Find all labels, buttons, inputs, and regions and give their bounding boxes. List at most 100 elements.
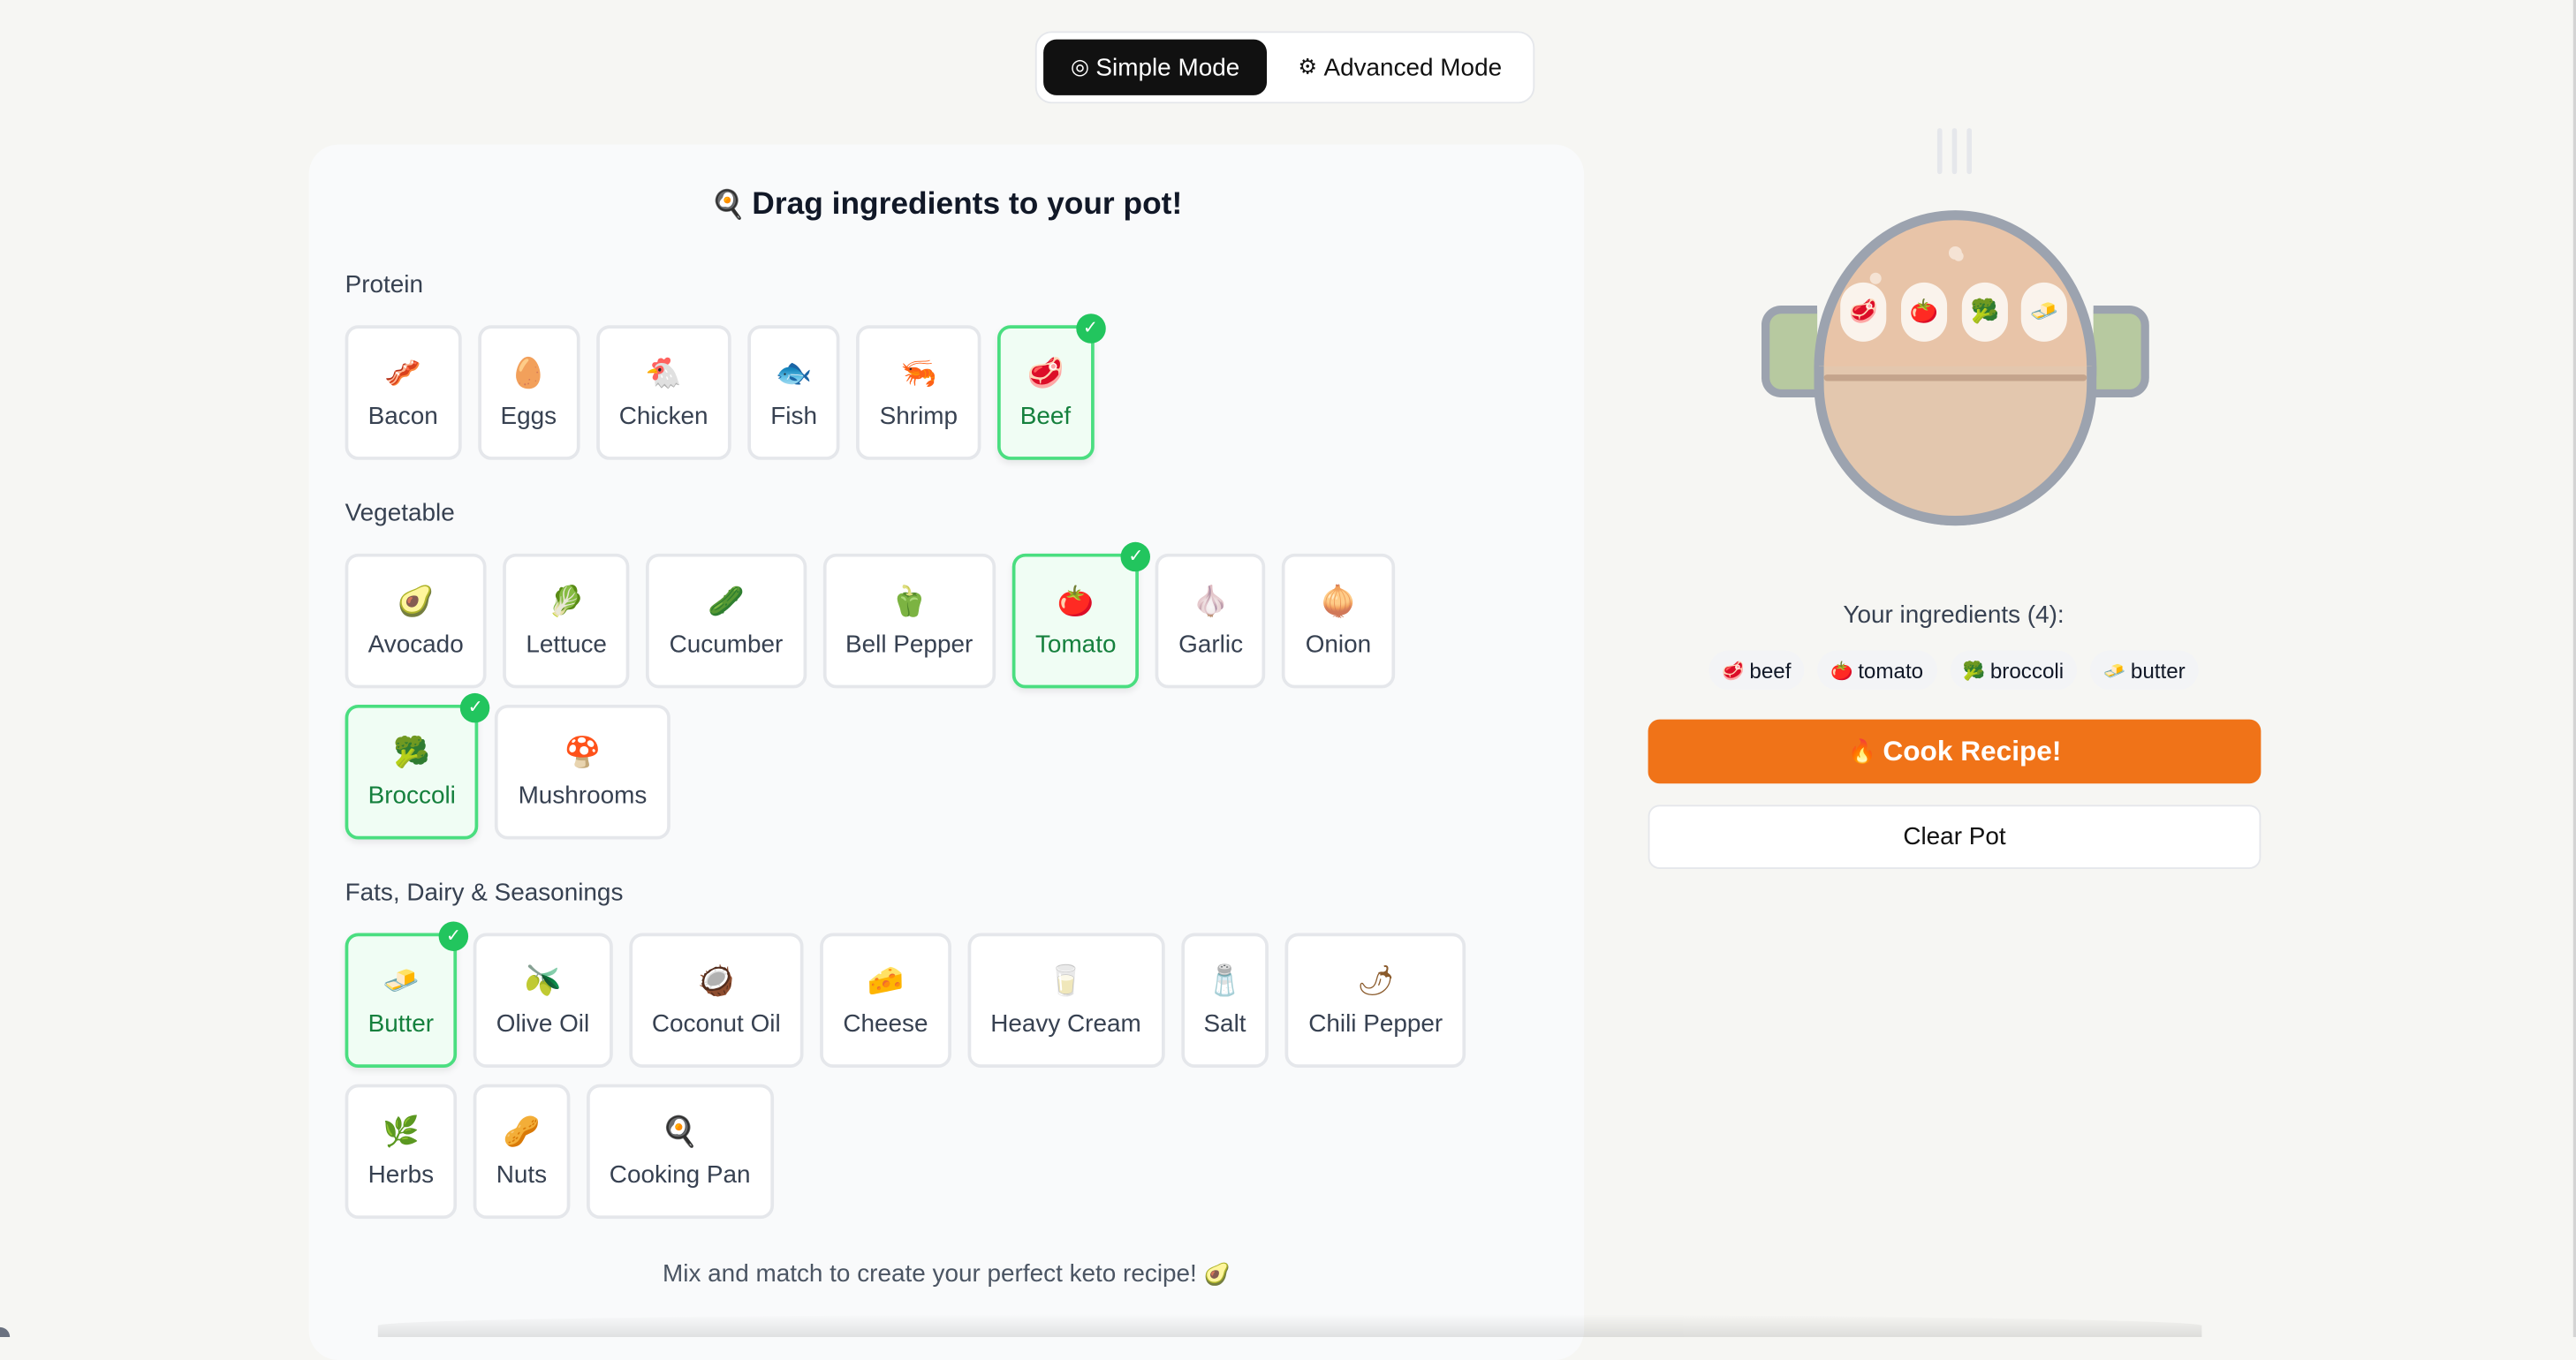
checkmark-icon: ✓: [438, 921, 469, 951]
ingredient-card-herbs[interactable]: 🌿 Herbs: [345, 1084, 458, 1220]
ingredient-card-salt[interactable]: 🧂 Salt: [1180, 933, 1269, 1068]
beef-icon: 🥩: [1722, 659, 1745, 681]
ingredient-card-garlic[interactable]: 🧄 Garlic: [1155, 553, 1267, 689]
butter-icon: 🧈: [383, 963, 420, 998]
ingredient-label: Tomato: [1034, 630, 1117, 658]
ingredient-label: Lettuce: [526, 630, 607, 658]
ingredient-label: Olive Oil: [496, 1009, 590, 1038]
ingredient-label: Fish: [770, 401, 817, 430]
ingredient-card-heavy-cream[interactable]: 🥛 Heavy Cream: [967, 933, 1164, 1068]
cook-recipe-button[interactable]: 🔥 Cook Recipe!: [1648, 719, 2262, 784]
clear-pot-button[interactable]: Clear Pot: [1648, 805, 2262, 869]
mode-toggle: ◎ Simple Mode ⚙ Advanced Mode: [1034, 31, 1535, 104]
ingredient-label: Chili Pepper: [1308, 1009, 1443, 1038]
panel-footer-text: Mix and match to create your perfect ket…: [663, 1259, 1197, 1288]
olive-icon: 🫒: [524, 963, 562, 998]
ingredient-card-avocado[interactable]: 🥑 Avocado: [345, 553, 487, 689]
tomato-icon: 🍅: [1057, 584, 1095, 619]
ingredient-label: Eggs: [500, 401, 557, 430]
ingredient-card-chicken[interactable]: 🐔 Chicken: [595, 325, 731, 460]
ingredient-chip-butter: 🧈 butter: [2089, 650, 2199, 691]
chip-label: tomato: [1858, 657, 1924, 683]
ingredient-card-coconut-oil[interactable]: 🥥 Coconut Oil: [628, 933, 804, 1068]
cucumber-icon: 🥒: [708, 584, 745, 619]
ingredient-label: Butter: [367, 1009, 435, 1038]
butter-icon: 🧈: [2020, 282, 2067, 342]
avocado-icon: 🥑: [1203, 1263, 1231, 1288]
salt-shaker-icon: 🧂: [1206, 963, 1244, 998]
ingredient-card-lettuce[interactable]: 🥬 Lettuce: [503, 553, 630, 689]
ingredient-label: Cooking Pan: [609, 1160, 751, 1189]
advanced-mode-label: Advanced Mode: [1323, 53, 1503, 82]
steam-line: [1951, 128, 1958, 175]
ingredient-chip-broccoli: 🥦 broccoli: [1949, 650, 2078, 691]
cooking-pot[interactable]: 🥩 🍅 🥦 🧈: [1758, 128, 2152, 539]
ingredient-card-onion[interactable]: 🧅 Onion: [1282, 553, 1395, 689]
butter-icon: 🧈: [2102, 659, 2126, 681]
ingredient-chips: 🥩 beef 🍅 tomato 🥦 broccoli 🧈 butter: [1648, 650, 2260, 691]
ingredient-label: Garlic: [1178, 630, 1244, 658]
ingredient-card-cheese[interactable]: 🧀 Cheese: [820, 933, 951, 1068]
ingredient-card-bacon[interactable]: 🥓 Bacon: [345, 325, 461, 460]
ingredient-label: Chicken: [618, 401, 708, 430]
gear-icon: ⚙: [1298, 55, 1318, 80]
section-label-fats: Fats, Dairy & Seasonings: [345, 879, 624, 907]
onion-icon: 🧅: [1320, 584, 1357, 619]
ingredient-card-mushrooms[interactable]: 🍄 Mushrooms: [495, 704, 671, 840]
ingredient-card-fish[interactable]: 🐟 Fish: [747, 325, 841, 460]
bacon-icon: 🥓: [384, 355, 422, 390]
ingredient-card-beef[interactable]: 🥩 Beef ✓: [996, 314, 1106, 460]
window-corner: [0, 1326, 11, 1338]
ingredient-card-tomato[interactable]: 🍅 Tomato ✓: [1011, 541, 1151, 689]
advanced-mode-button[interactable]: ⚙ Advanced Mode: [1274, 40, 1527, 95]
avocado-icon: 🥑: [397, 584, 435, 619]
ingredient-panel: 🍳 Drag ingredients to your pot! Protein 🥓…: [308, 144, 1585, 1360]
section-label-protein: Protein: [345, 270, 424, 299]
ingredient-label: Shrimp: [879, 401, 958, 430]
panel-title: 🍳 Drag ingredients to your pot!: [309, 187, 1584, 223]
broccoli-icon: 🥦: [1961, 282, 2008, 342]
ingredient-label: Mushrooms: [518, 781, 648, 810]
pot-bottom: [1814, 366, 2097, 526]
ingredient-card-bell-pepper[interactable]: 🫑 Bell Pepper: [822, 553, 996, 689]
cheese-icon: 🧀: [867, 963, 905, 998]
beef-icon: 🥩: [1027, 355, 1064, 390]
section-label-vegetable: Vegetable: [345, 499, 455, 528]
ingredient-chip-tomato: 🍅 tomato: [1817, 650, 1937, 691]
fish-icon: 🐟: [775, 355, 813, 390]
target-icon: ◎: [1070, 55, 1089, 80]
pot-rim: [1823, 374, 2087, 382]
ingredient-label: Herbs: [367, 1160, 435, 1189]
steam-line: [1966, 128, 1972, 175]
ingredient-card-chili-pepper[interactable]: 🌶 Chili Pepper: [1285, 933, 1466, 1068]
ingredient-label: Bacon: [367, 401, 438, 430]
ingredient-card-butter[interactable]: 🧈 Butter ✓: [345, 921, 469, 1068]
ingredients-title: Your ingredients (4):: [1843, 601, 2065, 630]
ingredient-card-olive-oil[interactable]: 🫒 Olive Oil: [473, 933, 613, 1068]
fats-row-2: 🌿 Herbs 🥜 Nuts 🍳 Cooking Pan: [345, 1084, 774, 1220]
glass-of-milk-icon: 🥛: [1047, 963, 1085, 998]
ingredient-card-cooking-pan[interactable]: 🍳 Cooking Pan: [586, 1084, 774, 1220]
ingredient-card-eggs[interactable]: 🥚 Eggs: [477, 325, 580, 460]
ingredient-label: Salt: [1203, 1009, 1246, 1038]
garlic-icon: 🧄: [1192, 584, 1230, 619]
ingredient-label: Broccoli: [367, 781, 456, 810]
ingredient-label: Bell Pepper: [845, 630, 974, 658]
tomato-icon: 🍅: [1830, 659, 1853, 681]
ingredient-card-shrimp[interactable]: 🦐 Shrimp: [856, 325, 981, 460]
ingredient-card-cucumber[interactable]: 🥒 Cucumber: [646, 553, 807, 689]
pot-handle-right: [2093, 305, 2149, 398]
broccoli-icon: 🥦: [393, 735, 431, 770]
cook-recipe-label: Cook Recipe!: [1883, 735, 2062, 767]
peanut-icon: 🥜: [503, 1114, 541, 1150]
ingredient-card-broccoli[interactable]: 🥦 Broccoli ✓: [345, 692, 490, 840]
ingredient-chip-beef: 🥩 beef: [1708, 650, 1805, 691]
ingredient-label: Cheese: [843, 1009, 928, 1038]
shrimp-icon: 🦐: [899, 355, 937, 390]
ingredient-card-nuts[interactable]: 🥜 Nuts: [473, 1084, 571, 1220]
chip-label: broccoli: [1989, 657, 2065, 683]
coconut-icon: 🥥: [697, 963, 735, 998]
beef-icon: 🥩: [1840, 282, 1887, 342]
simple-mode-button[interactable]: ◎ Simple Mode: [1043, 39, 1268, 95]
pot-bubble: [1953, 251, 1964, 261]
